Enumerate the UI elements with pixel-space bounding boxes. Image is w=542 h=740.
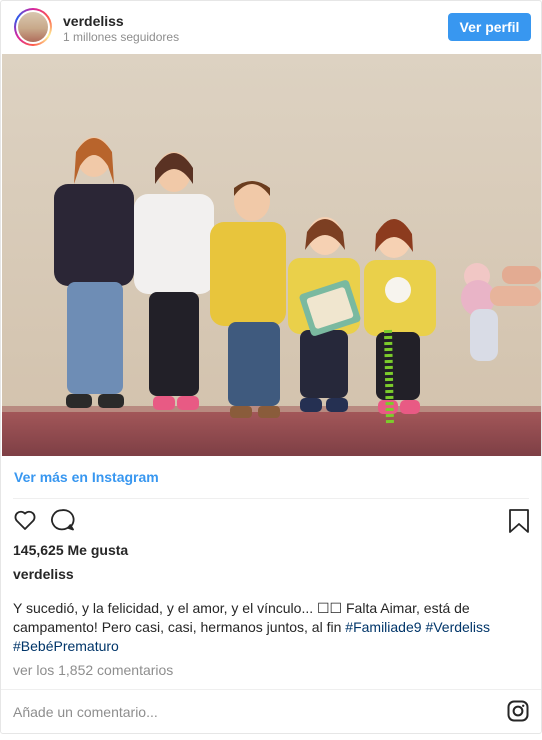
instagram-icon[interactable] (507, 700, 529, 727)
comment-input[interactable]: Añade un comentario... (13, 704, 158, 720)
hashtag-link[interactable]: #Familiade9 (345, 619, 421, 635)
view-comments-link[interactable]: ver los 1,852 comentarios (13, 662, 173, 678)
comment-icon[interactable] (49, 508, 75, 537)
divider (13, 498, 529, 499)
divider (1, 689, 541, 690)
follower-count: 1 millones seguidores (63, 30, 180, 44)
hashtag-link[interactable]: #BebéPrematuro (13, 638, 119, 654)
instagram-embed-card: verdeliss 1 millones seguidores Ver perf… (0, 0, 542, 734)
post-photo[interactable] (2, 54, 541, 456)
avatar-border (16, 10, 50, 44)
avatar[interactable] (14, 8, 52, 46)
avatar-image (18, 12, 48, 42)
post-owner-username[interactable]: verdeliss (13, 566, 74, 582)
username[interactable]: verdeliss (63, 13, 124, 29)
post-header: verdeliss 1 millones seguidores Ver perf… (1, 1, 541, 53)
bookmark-icon[interactable] (508, 508, 530, 539)
view-profile-button[interactable]: Ver perfil (448, 13, 531, 41)
hashtag-link[interactable]: #Verdeliss (425, 619, 490, 635)
view-more-on-instagram-link[interactable]: Ver más en Instagram (14, 469, 159, 485)
like-count[interactable]: 145,625 Me gusta (13, 542, 128, 558)
heart-icon[interactable] (13, 508, 37, 537)
post-caption: Y sucedió, y la felicidad, y el amor, y … (13, 599, 513, 656)
post-photo-image (2, 54, 541, 456)
